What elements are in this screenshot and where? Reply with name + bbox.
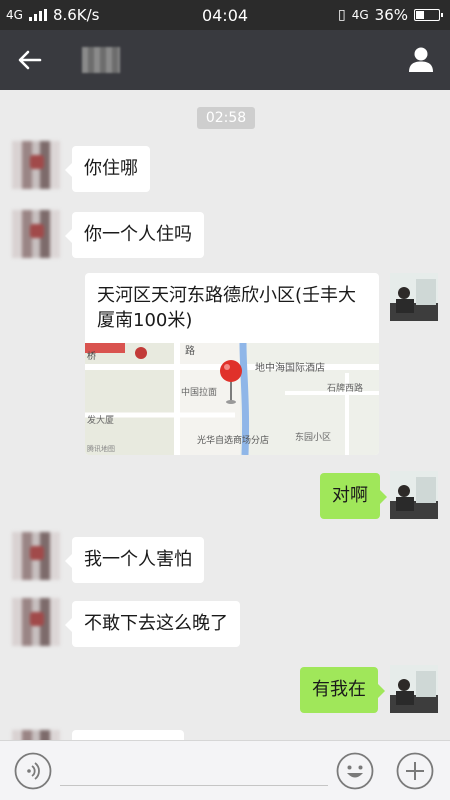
person-icon <box>409 47 433 72</box>
avatar-image <box>390 471 438 519</box>
map-label: 桥 <box>87 350 96 362</box>
avatar-self[interactable] <box>390 471 438 519</box>
avatar[interactable] <box>12 532 60 580</box>
contact-name-blurred <box>82 47 120 73</box>
plus-button[interactable] <box>396 752 434 790</box>
avatar-image <box>390 665 438 713</box>
message-bubble[interactable]: 你住哪 <box>65 146 150 192</box>
message-input[interactable] <box>60 785 328 786</box>
profile-button[interactable] <box>406 44 436 74</box>
map-label: 地中海国际酒店 <box>255 361 325 374</box>
status-bar: 4G 8.6K/s 04:04 ▯ 4G 36% <box>0 0 450 30</box>
avatar[interactable] <box>12 210 60 258</box>
avatar-image <box>390 273 438 321</box>
map-label: 发大厦 <box>87 414 114 426</box>
emoji-button[interactable] <box>336 752 374 790</box>
avatar[interactable] <box>12 598 60 646</box>
avatar[interactable] <box>12 141 60 189</box>
message-bubble-self[interactable]: 对啊 <box>320 473 387 519</box>
location-address: 天河区天河东路德欣小区(壬丰大厦南100米) <box>97 285 357 331</box>
map-label: 腾讯地图 <box>87 444 115 453</box>
map-preview: 路 中国拉面 地中海国际酒店 石牌西路 光华自选商场分店 东园小区 发大厦 腾讯… <box>85 343 379 455</box>
avatar-self[interactable] <box>390 273 438 321</box>
chat-area[interactable]: 02:58 你住哪 你一个人住吗 天河区天河东路德欣小区(壬丰大厦南100米) <box>0 90 450 740</box>
vibrate-icon: ▯ <box>338 7 346 23</box>
message-bubble[interactable]: 不敢下去这么晚了 <box>65 601 240 647</box>
voice-icon <box>14 752 52 790</box>
map-label: 石牌西路 <box>327 382 363 394</box>
location-message[interactable]: 天河区天河东路德欣小区(壬丰大厦南100米) 路 中国拉面 地中海国际酒店 石牌… <box>85 273 379 455</box>
avatar-self[interactable] <box>390 665 438 713</box>
message-bubble[interactable]: 我一个人害怕 <box>65 537 204 583</box>
network-type-right: 4G <box>351 8 369 22</box>
map-label: 东园小区 <box>295 431 331 443</box>
emoji-icon <box>336 752 374 790</box>
message-bubble[interactable]: 你一个人住吗 <box>65 212 204 258</box>
back-button[interactable] <box>14 44 46 76</box>
battery-icon <box>414 9 443 21</box>
voice-button[interactable] <box>14 752 52 790</box>
plus-icon <box>396 752 434 790</box>
map-label: 光华自选商场分店 <box>197 434 269 446</box>
avatar[interactable] <box>12 730 60 740</box>
input-bar <box>0 740 450 800</box>
map-label: 中国拉面 <box>181 386 217 398</box>
chat-header <box>0 30 450 90</box>
message-bubble-self[interactable]: 有我在 <box>300 667 385 713</box>
timestamp: 02:58 <box>197 107 255 129</box>
arrow-left-icon <box>18 50 42 70</box>
map-label: 路 <box>185 344 195 357</box>
message-bubble-partial[interactable] <box>72 730 184 740</box>
battery-percent: 36% <box>374 6 408 24</box>
